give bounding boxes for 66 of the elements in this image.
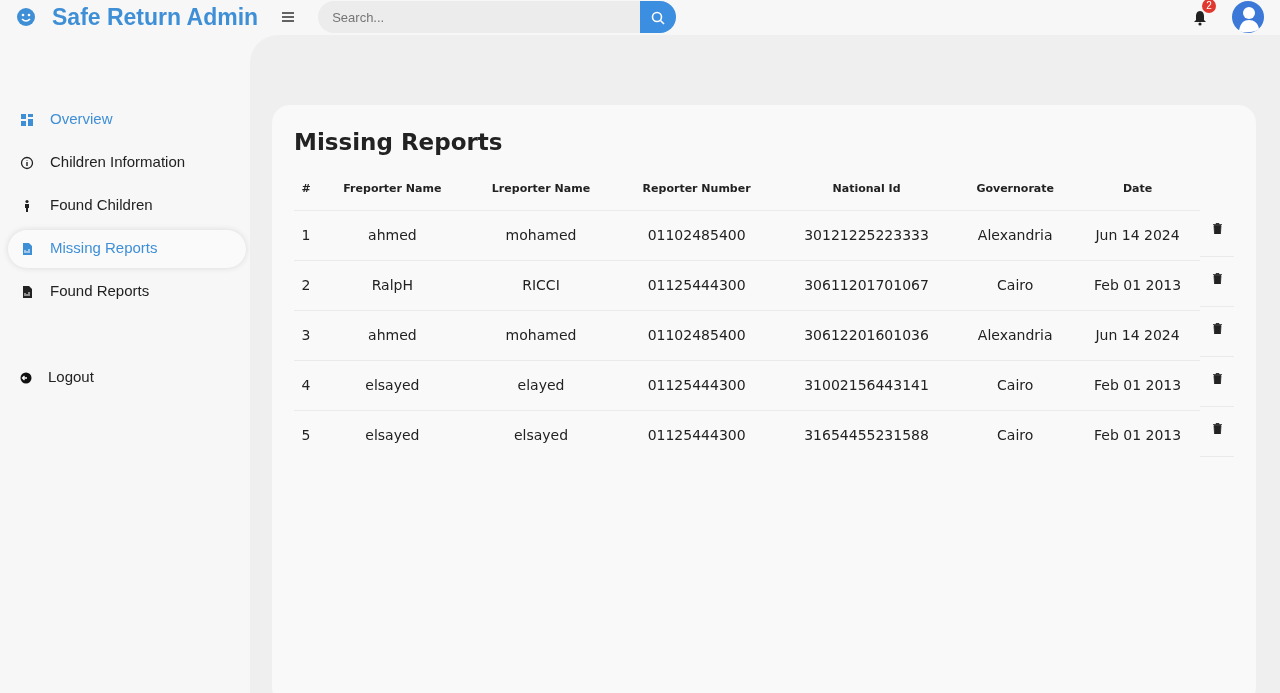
column-header: Reporter Number (615, 163, 778, 210)
table-cell: ahmed (318, 210, 467, 260)
table-cell: 4 (294, 360, 319, 410)
table-cell: Alexandria (955, 310, 1076, 360)
column-header: Freporter Name (318, 163, 467, 210)
bell-icon[interactable] (1192, 10, 1208, 26)
avatar-icon[interactable] (1232, 1, 1264, 34)
page-title: Missing Reports (294, 127, 504, 157)
trash-icon[interactable] (1212, 373, 1222, 384)
table-cell: RICCI (466, 260, 616, 310)
smiley-icon (16, 7, 36, 28)
table-cell: Jun 14 2024 (1075, 310, 1200, 360)
column-header: Date (1075, 163, 1200, 210)
trash-icon[interactable] (1212, 223, 1222, 234)
table-cell: Jun 14 2024 (1075, 210, 1200, 260)
grid-icon (20, 112, 34, 127)
table-cell: 1 (294, 210, 319, 260)
table-cell: Feb 01 2013 (1075, 360, 1200, 410)
column-header: Governorate (955, 163, 1076, 210)
table-cell: 5 (294, 410, 319, 460)
table-cell: mohamed (466, 310, 616, 360)
column-header: National Id (777, 163, 956, 210)
table-cell: Cairo (955, 410, 1076, 460)
table-cell: Feb 01 2013 (1075, 410, 1200, 460)
table-cell: elsayed (318, 410, 467, 460)
table-cell: Cairo (955, 360, 1076, 410)
table-cell: 3 (294, 310, 319, 360)
column-header: # (294, 163, 319, 210)
search-icon (651, 11, 666, 25)
search-field[interactable]: Search... (318, 1, 641, 34)
table-cell: 01125444300 (615, 260, 778, 310)
table-cell: 31002156443141 (777, 360, 956, 410)
table-cell: 30611201701067 (777, 260, 956, 310)
table-cell: 01102485400 (615, 210, 778, 260)
table-cell: 30121225223333 (777, 210, 956, 260)
table-cell: 30612201601036 (777, 310, 956, 360)
table-cell: mohamed (466, 210, 616, 260)
table-cell: Cairo (955, 260, 1076, 310)
search-button[interactable] (640, 1, 677, 34)
info-icon (20, 155, 34, 170)
notification-count: 2 (1202, 0, 1216, 14)
logout-button[interactable]: Logout (8, 358, 246, 397)
logout-icon (20, 371, 32, 384)
sidebar-item[interactable]: Children Information (8, 143, 246, 182)
app-title: Safe Return Admin (52, 3, 259, 32)
table-cell: elayed (466, 360, 616, 410)
table-cell: elsayed (466, 410, 616, 460)
table-cell: Alexandria (955, 210, 1076, 260)
sidebar-item[interactable]: Found Children (8, 186, 246, 225)
report-icon (20, 284, 34, 299)
table-cell: Feb 01 2013 (1075, 260, 1200, 310)
trash-icon[interactable] (1212, 423, 1222, 434)
menu-icon[interactable] (282, 12, 295, 23)
column-header: Lreporter Name (466, 163, 616, 210)
table-cell: ahmed (318, 310, 467, 360)
table-cell: 01102485400 (615, 310, 778, 360)
trash-icon[interactable] (1212, 323, 1222, 334)
report-icon (20, 241, 34, 256)
table-cell: 2 (294, 260, 319, 310)
sidebar-item[interactable]: Found Reports (8, 272, 246, 311)
table-cell: 31654455231588 (777, 410, 956, 460)
table-cell: 01125444300 (615, 410, 778, 460)
table-cell: elsayed (318, 360, 467, 410)
table-cell: 01125444300 (615, 360, 778, 410)
trash-icon[interactable] (1212, 273, 1222, 284)
table-cell: RalpH (318, 260, 467, 310)
